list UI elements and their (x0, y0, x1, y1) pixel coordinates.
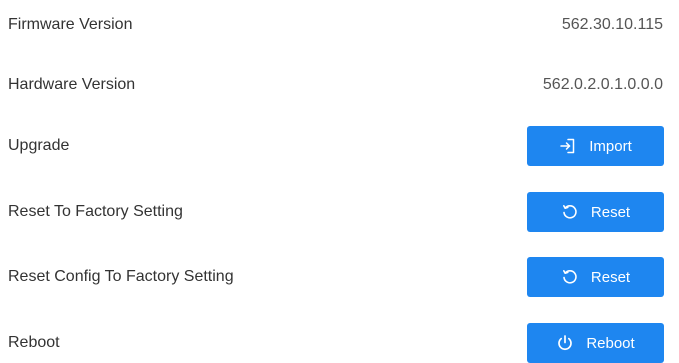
firmware-version-label: Firmware Version (8, 16, 133, 33)
reset-icon (561, 203, 579, 221)
reset-factory-button-label: Reset (590, 203, 631, 221)
reboot-button-label: Reboot (586, 334, 635, 352)
hardware-version-row: Hardware Version 562.0.2.0.1.0.0.0 (0, 65, 679, 105)
hardware-version-value: 562.0.2.0.1.0.0.0 (542, 76, 663, 93)
import-button[interactable]: Import (527, 126, 664, 166)
reset-config-button-label: Reset (590, 268, 631, 286)
reset-factory-row: Reset To Factory Setting Reset (0, 192, 679, 232)
reset-config-label: Reset Config To Factory Setting (8, 268, 234, 285)
reset-factory-label: Reset To Factory Setting (8, 203, 183, 220)
power-icon (556, 334, 574, 352)
reboot-label: Reboot (8, 334, 60, 351)
firmware-version-value: 562.30.10.115 (561, 16, 663, 33)
import-button-label: Import (589, 137, 632, 155)
upgrade-label: Upgrade (8, 137, 70, 154)
reset-config-button[interactable]: Reset (527, 257, 664, 297)
hardware-version-label: Hardware Version (8, 76, 136, 93)
reboot-button[interactable]: Reboot (527, 323, 664, 363)
reset-config-row: Reset Config To Factory Setting Reset (0, 257, 679, 297)
reset-factory-button[interactable]: Reset (527, 192, 664, 232)
reboot-row: Reboot Reboot (0, 323, 679, 363)
import-icon (559, 137, 577, 155)
firmware-version-row: Firmware Version 562.30.10.115 (0, 5, 679, 45)
reset-icon (561, 268, 579, 286)
upgrade-row: Upgrade Import (0, 126, 679, 166)
